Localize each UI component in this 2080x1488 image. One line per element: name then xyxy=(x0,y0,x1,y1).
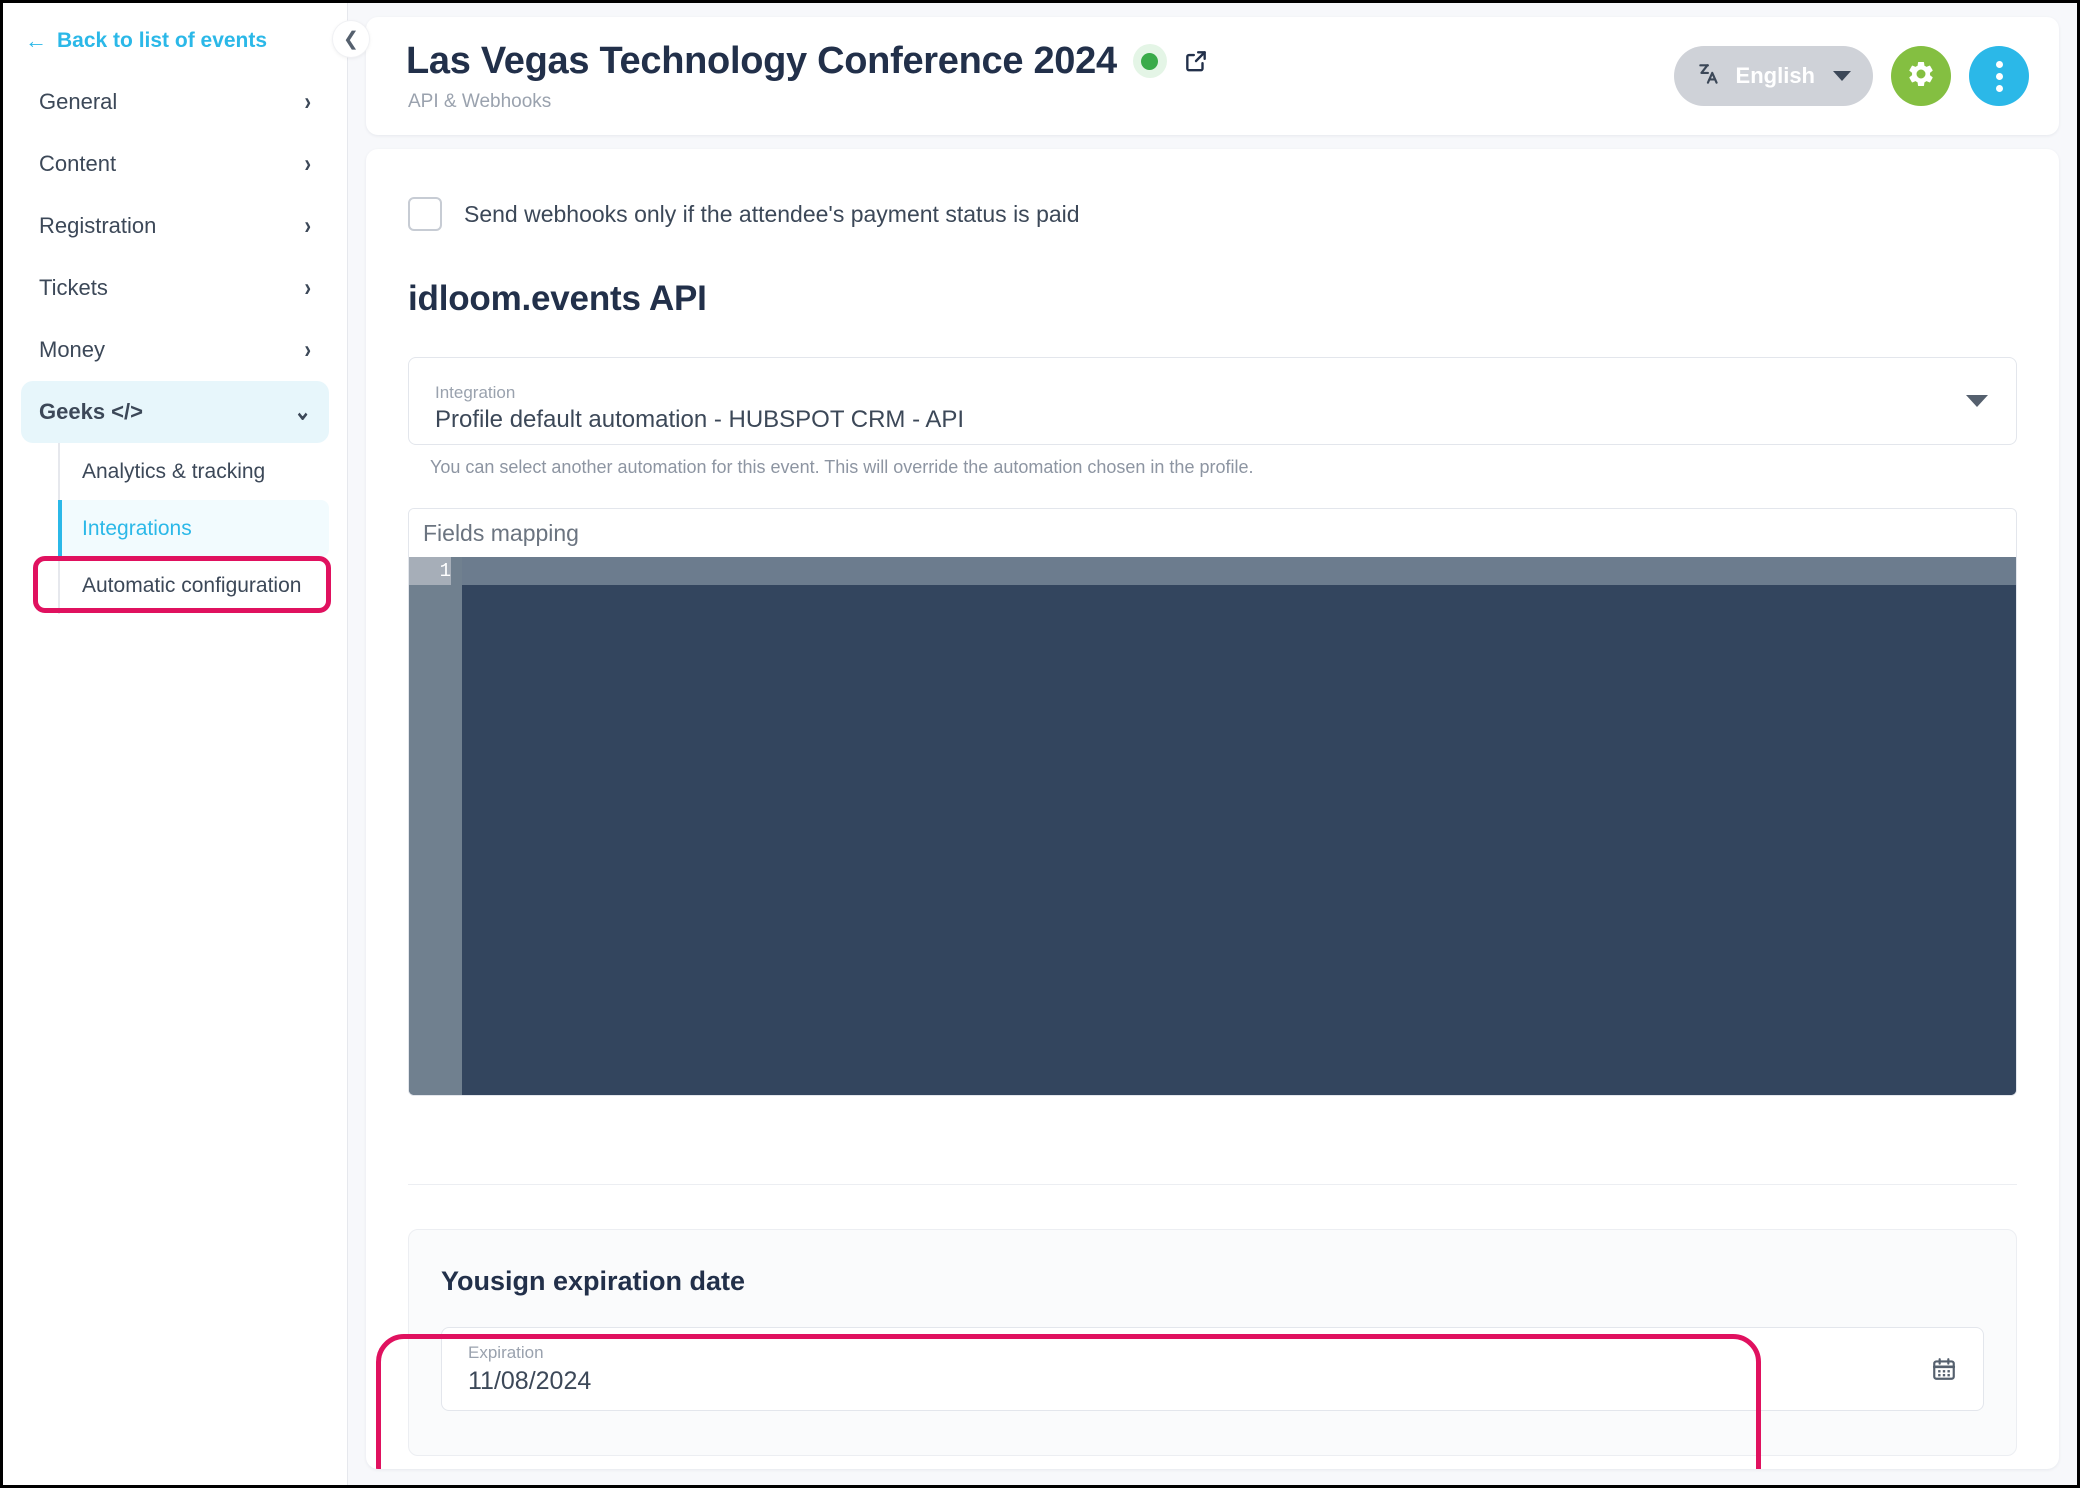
webhook-paid-only-checkbox[interactable] xyxy=(408,197,442,231)
editor-line-numbers: 1 xyxy=(409,557,462,1095)
editor-line-number: 1 xyxy=(409,557,451,585)
expiration-date-value: 11/08/2024 xyxy=(468,1366,592,1395)
integration-select-value: Profile default automation - HUBSPOT CRM… xyxy=(435,405,965,433)
fields-mapping-editor[interactable]: Fields mapping 1 xyxy=(408,508,2017,1096)
sidebar-item-label: Geeks </> xyxy=(39,399,143,424)
kebab-menu-icon xyxy=(1995,60,2003,92)
sidebar-item-integrations[interactable]: Integrations xyxy=(58,500,329,557)
sidebar-item-label: Content xyxy=(39,151,117,176)
arrow-left-icon: ← xyxy=(25,28,47,53)
sidebar-item-general[interactable]: General › xyxy=(21,71,329,133)
sidebar: ← Back to list of events General › Conte… xyxy=(3,3,369,1485)
subnav-item-label: Integrations xyxy=(82,516,192,540)
header-actions: English xyxy=(1673,46,2029,106)
chevron-down-icon xyxy=(1833,71,1851,81)
expiration-date-field[interactable]: Expiration 11/08/2024 xyxy=(441,1327,1984,1411)
more-options-button[interactable] xyxy=(1969,46,2029,106)
header-left: Las Vegas Technology Conference 2024 API… xyxy=(406,40,1209,113)
translate-icon xyxy=(1696,61,1722,91)
sidebar-item-label: General xyxy=(39,89,118,114)
subnav-item-label: Automatic configuration xyxy=(82,573,302,597)
chevron-right-icon: › xyxy=(304,212,311,240)
chevron-right-icon: › xyxy=(304,336,311,364)
language-label: English xyxy=(1735,63,1815,88)
yousign-expiration-section: Yousign expiration date Expiration 11/08… xyxy=(408,1229,2017,1456)
main-content: Las Vegas Technology Conference 2024 API… xyxy=(348,3,2077,1485)
settings-button[interactable] xyxy=(1891,46,1951,106)
fields-mapping-label: Fields mapping xyxy=(409,509,2016,557)
page-header: Las Vegas Technology Conference 2024 API… xyxy=(366,17,2059,135)
back-link-label: Back to list of events xyxy=(57,29,268,52)
collapse-sidebar-button[interactable]: ❮ xyxy=(333,21,369,57)
language-selector[interactable]: English xyxy=(1673,46,1873,106)
editor-active-line xyxy=(462,557,2016,585)
expiration-date-label: Expiration xyxy=(468,1342,544,1362)
gear-icon xyxy=(1906,59,1936,94)
integration-select-hint: You can select another automation for th… xyxy=(430,457,1254,477)
chevron-down-icon xyxy=(1966,395,1988,407)
chevron-right-icon: › xyxy=(304,150,311,178)
sidebar-item-geeks[interactable]: Geeks </> ⌄ xyxy=(21,381,329,443)
sidebar-item-tickets[interactable]: Tickets › xyxy=(21,257,329,319)
calendar-icon[interactable] xyxy=(1931,1356,1957,1382)
chevron-right-icon: › xyxy=(304,88,311,116)
yousign-section-title: Yousign expiration date xyxy=(441,1266,746,1296)
webhook-paid-only-row[interactable]: Send webhooks only if the attendee's pay… xyxy=(408,197,2017,231)
chevron-down-icon: ⌄ xyxy=(294,398,311,426)
title-row: Las Vegas Technology Conference 2024 xyxy=(406,40,1209,83)
integration-select-label: Integration xyxy=(435,382,516,402)
sidebar-item-automatic-configuration[interactable]: Automatic configuration xyxy=(60,557,329,614)
status-dot-green xyxy=(1132,44,1167,78)
page-subtitle: API & Webhooks xyxy=(408,90,552,112)
primary-nav: General › Content › Registration › Ticke… xyxy=(3,71,347,614)
geeks-subnav: Analytics & tracking Integrations Automa… xyxy=(58,443,329,614)
sidebar-item-analytics-tracking[interactable]: Analytics & tracking xyxy=(60,443,329,500)
sidebar-item-content[interactable]: Content › xyxy=(21,133,329,195)
sidebar-item-label: Tickets xyxy=(39,275,108,300)
subnav-item-label: Analytics & tracking xyxy=(82,459,266,483)
chevron-left-icon: ❮ xyxy=(343,28,359,50)
editor-code-area[interactable] xyxy=(462,557,2016,1095)
app-window: ← Back to list of events General › Conte… xyxy=(0,0,2080,1488)
webhook-paid-only-label: Send webhooks only if the attendee's pay… xyxy=(464,200,1080,227)
api-section-title: idloom.events API xyxy=(408,279,707,318)
back-to-list-of-events-link[interactable]: ← Back to list of events xyxy=(3,3,347,71)
integration-select[interactable]: Integration Profile default automation -… xyxy=(408,357,2017,445)
fields-mapping-editor-body[interactable]: 1 xyxy=(409,557,2016,1095)
external-link-icon[interactable] xyxy=(1183,48,1209,74)
integrations-panel: Send webhooks only if the attendee's pay… xyxy=(366,149,2059,1469)
integrations-panel-body: Send webhooks only if the attendee's pay… xyxy=(366,149,2059,1185)
section-divider xyxy=(408,1184,2017,1185)
sidebar-item-registration[interactable]: Registration › xyxy=(21,195,329,257)
status-indicator xyxy=(1141,52,1159,70)
sidebar-item-money[interactable]: Money › xyxy=(21,319,329,381)
sidebar-item-label: Money xyxy=(39,337,106,362)
page-title: Las Vegas Technology Conference 2024 xyxy=(406,39,1117,82)
sidebar-item-label: Registration xyxy=(39,213,157,238)
chevron-right-icon: › xyxy=(304,274,311,302)
